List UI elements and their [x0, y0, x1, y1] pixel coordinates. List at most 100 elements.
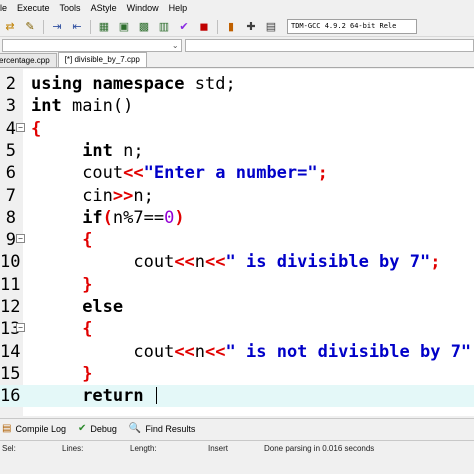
operator: ( — [102, 207, 113, 228]
compile-log-icon: ▤ — [2, 422, 12, 434]
run-icon[interactable]: ▣ — [116, 19, 132, 35]
class-combo[interactable]: ⌄ — [2, 38, 182, 52]
rebuild-icon[interactable]: ▥ — [156, 19, 172, 35]
brace: { — [82, 230, 93, 251]
chevron-down-icon: ⌄ — [171, 40, 179, 50]
tab-debug[interactable]: ✔ Debug — [72, 421, 123, 437]
chart-icon[interactable]: ▮ — [223, 19, 239, 35]
keyword: int — [82, 140, 113, 161]
toolbar: ⇄ ✎ ⇥ ⇤ ▦ ▣ ▩ ▥ ✔ ◼ ▮ ✚ ▤ TDM-GCC 4.9.2 … — [0, 17, 474, 37]
profile-icon[interactable]: ▤ — [263, 19, 279, 35]
text-caret — [155, 387, 157, 405]
menu-file[interactable]: le — [0, 0, 12, 17]
code-line: 2 using namespace std; — [0, 73, 474, 95]
tab-find-results[interactable]: 🔍 Find Results — [123, 421, 201, 437]
bookmark-icon[interactable]: ✎ — [22, 19, 38, 35]
status-mode: Insert — [208, 444, 229, 453]
line-number: 15 — [0, 363, 21, 384]
brace: { — [31, 118, 42, 139]
line-number: 8 — [5, 207, 16, 228]
check-icon[interactable]: ✔ — [176, 19, 192, 35]
fold-collapse-icon[interactable]: − — [16, 323, 25, 333]
code-line: 8 if(n%7==0) — [0, 207, 474, 229]
tab-compile-log[interactable]: ▤ Compile Log — [0, 421, 72, 437]
line-number: 11 — [0, 274, 21, 295]
tab-label: Compile Log — [15, 423, 66, 434]
tab-percentage-cpp[interactable]: ercentage.cpp — [0, 53, 57, 67]
operator: >> — [112, 185, 134, 206]
status-selection: Sel: — [2, 444, 16, 453]
bottom-panel-tabs: ▤ Compile Log ✔ Debug 🔍 Find Results — [0, 418, 474, 438]
fold-collapse-icon[interactable]: − — [16, 122, 25, 132]
compiler-select[interactable]: TDM-GCC 4.9.2 64-bit Rele — [287, 19, 417, 34]
indent-icon[interactable]: ⇥ — [49, 19, 65, 35]
find-results-icon: 🔍 — [128, 422, 142, 434]
menu-window[interactable]: Window — [122, 0, 164, 17]
line-number: 13 — [0, 319, 21, 340]
line-number: 12 — [0, 297, 21, 317]
line-number: 10 — [0, 252, 21, 273]
line-number: 5 — [5, 140, 16, 161]
code-line: 12 else — [0, 296, 474, 318]
menu-execute[interactable]: Execute — [12, 0, 55, 17]
keyword: else — [82, 297, 124, 317]
code-line: 7 cin>>n; — [0, 185, 474, 207]
operator: << — [205, 252, 226, 273]
status-bar: Sel: Lines: Length: Insert Done parsing … — [0, 440, 474, 474]
code-text: n%7== — [112, 207, 165, 228]
code-text: main() — [61, 96, 134, 117]
operator: ; — [430, 252, 441, 273]
brace: { — [82, 319, 93, 340]
line-number: 6 — [5, 163, 16, 184]
stop-icon[interactable]: ◼ — [196, 19, 212, 35]
status-length: Length: — [130, 444, 157, 453]
member-combo[interactable] — [184, 38, 474, 52]
debug-icon: ✔ — [77, 422, 87, 434]
class-browser-bar: ⌄ — [0, 37, 474, 53]
code-editor[interactable]: 2 using namespace std; 3 int main() 4 − … — [0, 69, 474, 416]
fold-collapse-icon[interactable]: − — [16, 234, 25, 244]
code-line: 5 int n; — [0, 140, 474, 162]
current-code-line: 16 return — [0, 385, 474, 408]
operator: ; — [317, 163, 328, 184]
menu-bar: le Execute Tools AStyle Window Help — [0, 0, 474, 17]
line-number: 14 — [0, 341, 21, 362]
code-text: n; — [112, 140, 144, 161]
code-text: n — [194, 341, 206, 362]
number-literal: 0 — [164, 207, 175, 228]
debug-icon[interactable]: ✚ — [243, 19, 259, 35]
line-number: 2 — [5, 74, 16, 94]
compile-icon[interactable]: ▦ — [96, 19, 112, 35]
code-line: 14 cout<<n<<" is not divisible by 7"; — [0, 341, 474, 363]
operator: << — [205, 341, 226, 362]
code-line: 13 − { — [0, 318, 474, 340]
tab-divisible-by-7-cpp[interactable]: [*] divisible_by_7.cpp — [57, 52, 147, 67]
compile-run-icon[interactable]: ▩ — [136, 19, 152, 35]
code-text: n — [194, 252, 206, 273]
file-tab-bar: ercentage.cpp [*] divisible_by_7.cpp — [0, 52, 474, 68]
keyword: if — [82, 207, 103, 228]
menu-help[interactable]: Help — [164, 0, 193, 17]
code-text: cout — [82, 163, 124, 184]
string-literal: " is divisible by 7" — [225, 252, 431, 273]
keyword: return — [82, 386, 144, 407]
code-text: n; — [133, 185, 154, 206]
brace: } — [82, 274, 93, 295]
unindent-icon[interactable]: ⇤ — [69, 19, 85, 35]
code-line: 15 } — [0, 363, 474, 385]
operator: ) — [174, 207, 185, 228]
goto-icon[interactable]: ⇄ — [2, 19, 18, 35]
menu-tools[interactable]: Tools — [55, 0, 86, 17]
toolbar-divider — [217, 19, 218, 34]
toolbar-divider — [43, 19, 44, 34]
code-line: 6 cout<<"Enter a number="; — [0, 162, 474, 184]
code-text: std; — [184, 74, 236, 94]
operator: << — [123, 163, 144, 184]
brace: } — [82, 363, 93, 384]
status-lines: Lines: — [62, 444, 84, 453]
code-line: 11 } — [0, 274, 474, 296]
operator: << — [174, 341, 195, 362]
line-number: 3 — [5, 96, 16, 117]
code-line: 9 − { — [0, 229, 474, 251]
menu-astyle[interactable]: AStyle — [86, 0, 122, 17]
